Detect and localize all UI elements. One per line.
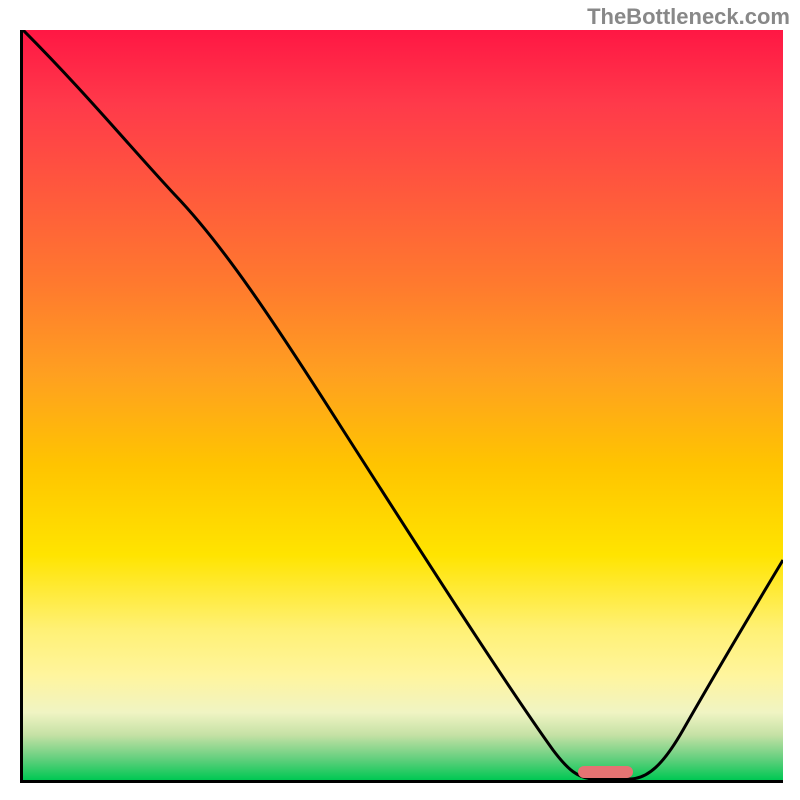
curve-path [23,30,783,779]
chart-container: TheBottleneck.com [0,0,800,800]
watermark-text: TheBottleneck.com [587,4,790,30]
optimal-marker [578,766,633,778]
plot-area [20,30,783,783]
bottleneck-curve [23,30,783,780]
